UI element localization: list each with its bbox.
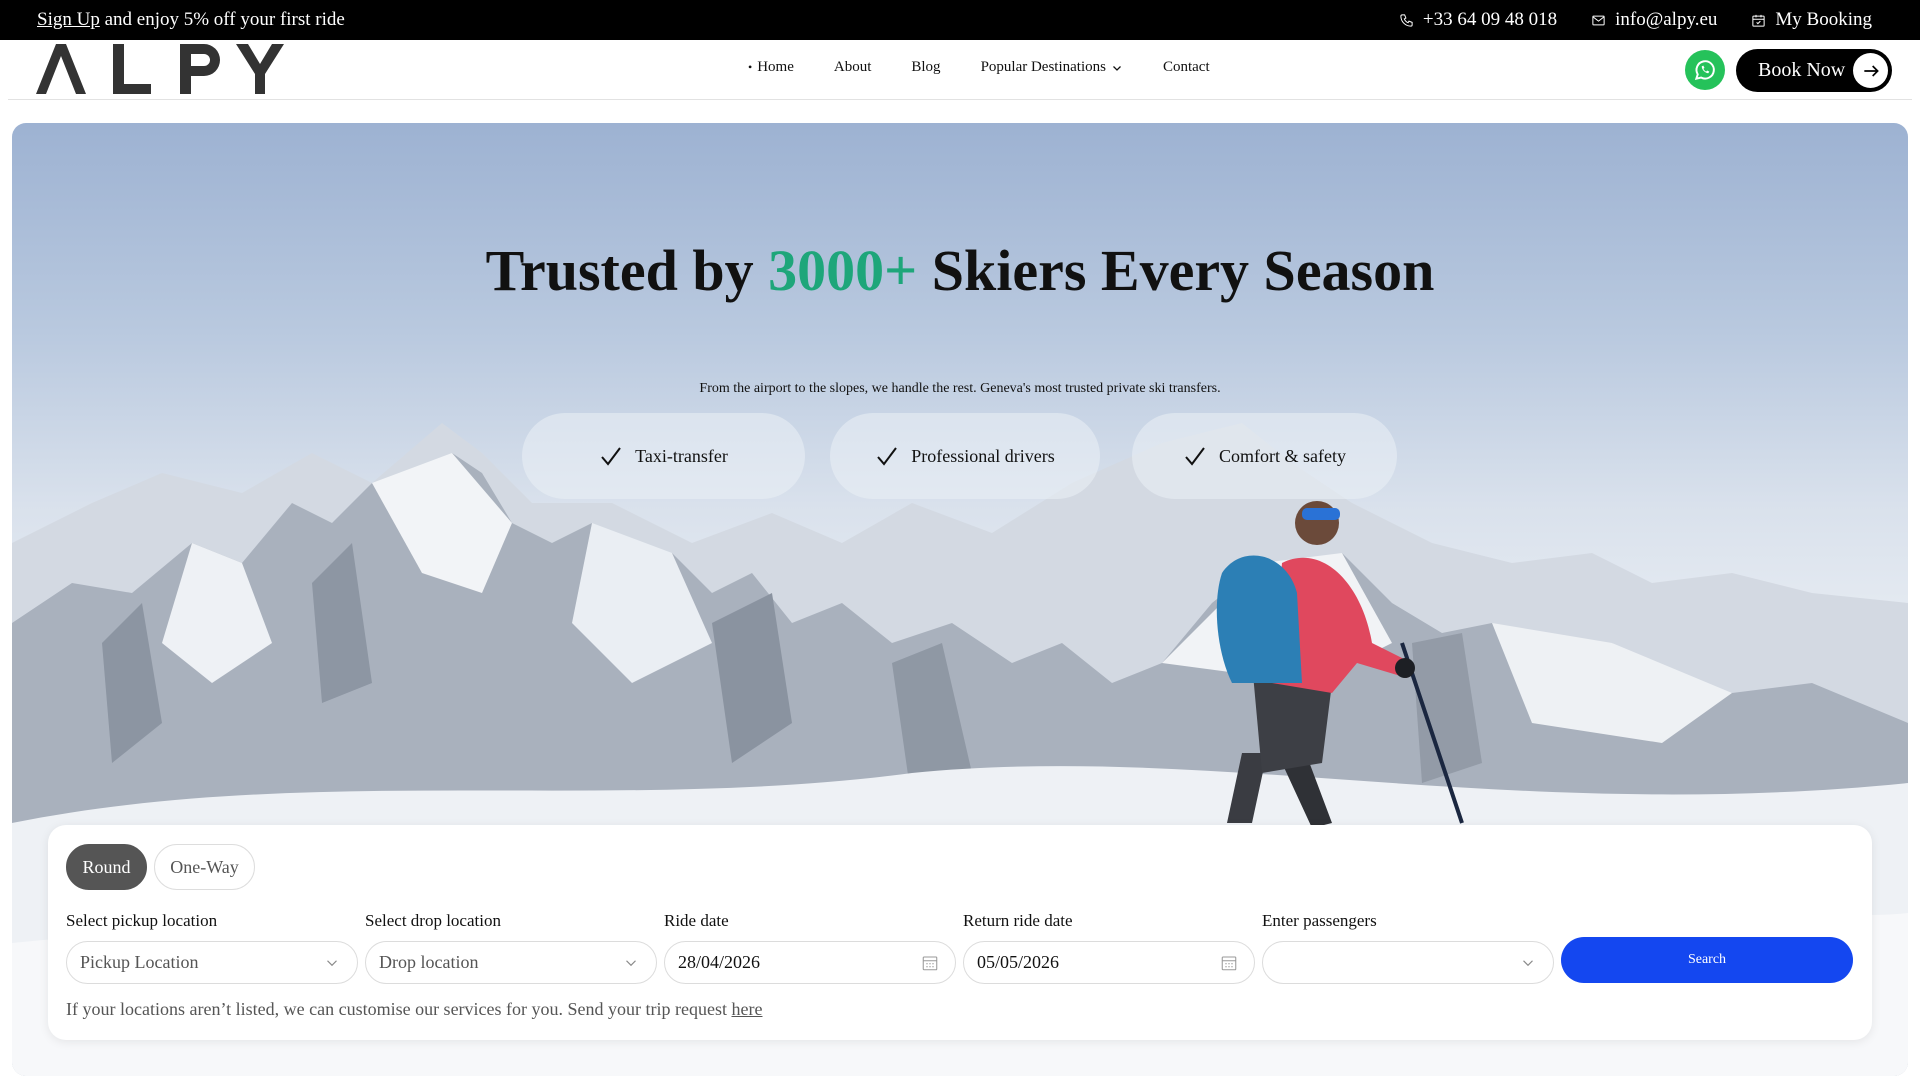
book-now-label: Book Now (1758, 59, 1846, 81)
hero-subline: From the airport to the slopes, we handl… (699, 381, 1221, 396)
nav-destinations-label: Popular Destinations (980, 59, 1106, 75)
my-booking-label: My Booking (1775, 9, 1872, 30)
active-dot: • (748, 60, 753, 74)
phone-number: +33 64 09 48 018 (1422, 9, 1558, 30)
tab-one-way[interactable]: One-Way (154, 844, 255, 890)
trip-type-tabs: Round One-Way (66, 844, 255, 890)
phone-link[interactable]: +33 64 09 48 018 (1399, 9, 1557, 31)
return-date-field: Return ride date 05/05/2026 (963, 911, 1255, 984)
nav-home[interactable]: • Home (748, 59, 794, 76)
whatsapp-button[interactable] (1685, 50, 1725, 90)
main-navbar: • Home About Blog Popular Destinations Co… (8, 40, 1912, 100)
checkmark-icon (601, 447, 621, 466)
search-button[interactable]: Search (1561, 937, 1853, 983)
checkmark-icon (1185, 447, 1205, 466)
pickup-select[interactable]: Pickup Location (66, 941, 358, 984)
promo-message: Sign Up and enjoy 5% off your first ride (37, 9, 345, 31)
nav-popular-destinations[interactable]: Popular Destinations (981, 59, 1123, 76)
booking-form: Round One-Way Select pickup location Pic… (48, 825, 1872, 1040)
nav-contact[interactable]: Contact (1163, 59, 1210, 76)
whatsapp-icon (1694, 60, 1715, 80)
feature-label: Taxi-transfer (635, 445, 728, 466)
calendar-icon[interactable] (1220, 954, 1238, 972)
calendar-check-icon (1752, 14, 1766, 27)
pickup-label: Select pickup location (66, 911, 218, 930)
chevron-down-icon (1523, 960, 1533, 967)
nav-home-label: Home (757, 59, 794, 75)
email-address: info@alpy.eu (1615, 9, 1718, 30)
feature-pills: Taxi-transfer Professional drivers Comfo… (522, 413, 1402, 499)
passengers-field: Enter passengers (1262, 911, 1554, 984)
nav-blog[interactable]: Blog (911, 59, 940, 76)
passengers-select[interactable] (1262, 941, 1554, 984)
email-link[interactable]: info@alpy.eu (1591, 9, 1717, 31)
return-date-input[interactable]: 05/05/2026 (963, 941, 1255, 984)
book-now-button[interactable]: Book Now (1736, 49, 1892, 92)
pickup-field: Select pickup location Pickup Location (66, 911, 358, 984)
return-date-label: Return ride date (963, 911, 1073, 930)
chevron-down-icon (1113, 65, 1121, 71)
tab-round[interactable]: Round (66, 844, 147, 890)
drop-field: Select drop location Drop location (365, 911, 657, 984)
nav-about[interactable]: About (834, 59, 872, 76)
feature-label: Professional drivers (911, 445, 1055, 466)
phone-icon (1400, 13, 1413, 27)
mail-icon (1592, 15, 1605, 25)
headline-part-2: Skiers Every Season (917, 238, 1435, 303)
feature-taxi-transfer: Taxi-transfer (522, 413, 805, 499)
headline-part-1: Trusted by (485, 238, 769, 303)
passengers-label: Enter passengers (1262, 911, 1377, 930)
note-text: If your locations aren’t listed, we can … (66, 999, 732, 1019)
promo-text: and enjoy 5% off your first ride (99, 9, 345, 30)
ride-date-input[interactable]: 28/04/2026 (664, 941, 956, 984)
custom-request-note: If your locations aren’t listed, we can … (66, 999, 762, 1020)
sign-up-link[interactable]: Sign Up (37, 9, 100, 30)
chevron-down-icon (327, 960, 337, 967)
promo-bar: Sign Up and enjoy 5% off your first ride… (0, 0, 1920, 40)
feature-professional-drivers: Professional drivers (830, 413, 1100, 499)
feature-comfort-safety: Comfort & safety (1132, 413, 1397, 499)
drop-select[interactable]: Drop location (365, 941, 657, 984)
calendar-icon[interactable] (921, 954, 939, 972)
my-booking-link[interactable]: My Booking (1751, 9, 1872, 31)
ride-date-field: Ride date 28/04/2026 (664, 911, 956, 984)
chevron-down-icon (626, 960, 636, 967)
drop-label: Select drop location (365, 911, 501, 930)
hero-headline: Trusted by 3000+ Skiers Every Season (12, 238, 1908, 304)
ride-date-label: Ride date (664, 911, 729, 930)
ride-date-value: 28/04/2026 (678, 952, 761, 972)
checkmark-icon (877, 447, 898, 466)
pickup-placeholder: Pickup Location (80, 952, 199, 972)
feature-label: Comfort & safety (1219, 445, 1346, 466)
return-date-value: 05/05/2026 (977, 952, 1060, 972)
alpy-logo[interactable] (36, 44, 286, 101)
drop-placeholder: Drop location (379, 952, 479, 972)
trip-request-link[interactable]: here (732, 999, 763, 1019)
headline-highlight: 3000+ (768, 238, 918, 303)
arrow-right-icon (1853, 53, 1888, 88)
